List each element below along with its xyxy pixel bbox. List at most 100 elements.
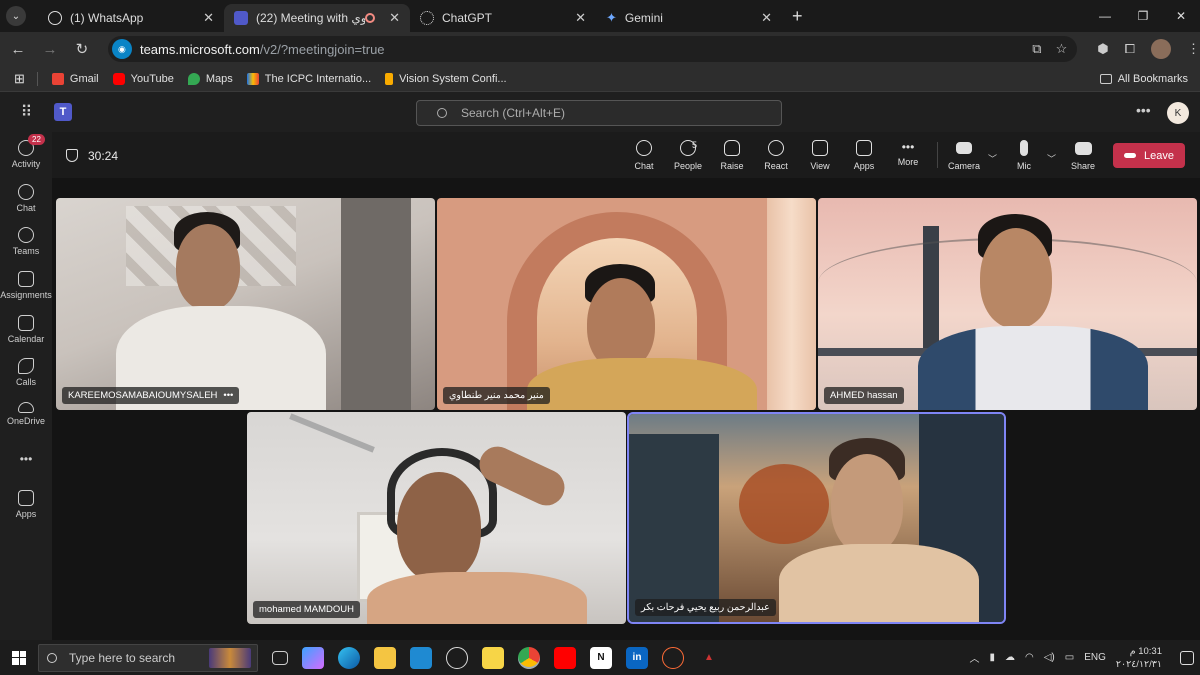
share-button[interactable]: Share xyxy=(1061,140,1105,171)
autumn-trees xyxy=(739,464,829,544)
postman-icon[interactable] xyxy=(662,646,684,669)
video-tile[interactable]: mohamed MAMDOUH xyxy=(247,412,626,624)
wifi-icon[interactable]: ◠ xyxy=(1025,652,1034,663)
bookmark-gmail[interactable]: Gmail xyxy=(51,72,99,85)
rail-item-assignments[interactable]: Assignments xyxy=(0,271,52,300)
all-bookmarks[interactable]: All Bookmarks xyxy=(1099,73,1188,85)
chrome-icon[interactable] xyxy=(518,646,540,669)
language-indicator[interactable]: ENG xyxy=(1084,652,1106,663)
mic-options-chevron-icon[interactable]: ﹀ xyxy=(1047,152,1056,165)
participant-more-icon[interactable]: ••• xyxy=(223,390,233,401)
chrome-menu-icon[interactable]: ⋮ xyxy=(1187,41,1200,57)
rail-item-teams[interactable]: Teams xyxy=(0,227,52,256)
battery-icon[interactable]: ▭ xyxy=(1065,652,1074,663)
video-tile[interactable]: AHMED hassan xyxy=(818,198,1197,410)
search-input[interactable]: Search (Ctrl+Alt+E) xyxy=(416,100,782,126)
apps-grid-icon[interactable]: ⊞ xyxy=(14,71,25,87)
more-options-icon[interactable]: ••• xyxy=(1136,102,1151,118)
tab-chatgpt[interactable]: ChatGPT ✕ xyxy=(410,4,596,32)
puzzle-icon[interactable]: ⧠ xyxy=(1125,41,1135,57)
file-explorer-icon[interactable] xyxy=(374,646,396,669)
app-launcher-icon[interactable]: ⠿ xyxy=(0,102,52,122)
tray-chevron-icon[interactable]: ︿ xyxy=(969,650,979,665)
rail-item-calls[interactable]: Calls xyxy=(0,358,52,387)
forward-icon[interactable]: → xyxy=(36,41,64,58)
mic-button[interactable]: Mic xyxy=(1002,140,1046,171)
profile-avatar[interactable] xyxy=(1151,39,1172,59)
close-icon[interactable]: ✕ xyxy=(761,10,772,26)
tab-teams-meeting[interactable]: (22) Meeting with طنطاوي ✕ xyxy=(224,4,410,32)
site-info-icon[interactable]: ◉ xyxy=(111,39,132,59)
back-icon[interactable]: ← xyxy=(4,41,32,58)
extension-icon[interactable]: ⬢ xyxy=(1097,41,1108,57)
bookmark-label: Gmail xyxy=(69,72,99,85)
tab-whatsapp[interactable]: (1) WhatsApp ✕ xyxy=(38,4,224,32)
video-tile[interactable]: KAREEMOSAMABAIOUMYSALEH ••• xyxy=(56,198,435,410)
close-icon[interactable]: ✕ xyxy=(575,10,586,26)
camera-button[interactable]: Camera xyxy=(942,140,986,171)
game-icon[interactable]: ▲ xyxy=(698,647,720,669)
taskbar-search-input[interactable]: Type here to search xyxy=(38,643,258,672)
rail-item-chat[interactable]: Chat xyxy=(0,184,52,213)
bookmark-star-icon[interactable]: ☆ xyxy=(1056,41,1068,57)
edge-icon[interactable] xyxy=(338,646,360,669)
chat-button[interactable]: Chat xyxy=(622,140,666,171)
video-tile[interactable]: منير محمد منير طنطاوي xyxy=(437,198,816,410)
tab-gemini[interactable]: ✦ Gemini ✕ xyxy=(596,4,782,32)
microphone-tray-icon[interactable]: ▮ xyxy=(989,652,995,663)
close-window-icon[interactable]: ✕ xyxy=(1162,0,1200,32)
copilot-icon[interactable] xyxy=(302,646,324,669)
vscode-icon[interactable] xyxy=(410,646,432,669)
cloud-tray-icon[interactable]: ☁ xyxy=(1005,652,1015,663)
clock[interactable]: 10:31 م ٢٠٢٤/١٢/٣١ xyxy=(1116,645,1162,671)
leave-button[interactable]: Leave xyxy=(1113,143,1185,168)
notification-icon[interactable] xyxy=(1180,650,1194,665)
youtube-icon[interactable] xyxy=(554,646,576,669)
bookmark-maps[interactable]: Maps xyxy=(187,72,233,85)
participant-face xyxy=(587,278,655,370)
tab-title: (1) WhatsApp xyxy=(70,11,144,25)
github-desktop-icon[interactable] xyxy=(446,646,468,669)
windows-taskbar: Type here to search N in ▲ ︿ ▮ ☁ ◠ ◁) ▭ … xyxy=(0,640,1200,675)
install-app-icon[interactable]: ⧉ xyxy=(1032,41,1041,57)
more-icon: ••• xyxy=(901,140,915,154)
rail-item-apps[interactable]: Apps xyxy=(0,490,52,519)
bookmark-icpc[interactable]: The ICPC Internatio... xyxy=(246,72,371,85)
bookmark-vision[interactable]: Vision System Confi... xyxy=(385,72,507,85)
tab-title: (22) Meeting with طنطاوي xyxy=(256,11,366,25)
address-bar[interactable]: ◉ teams.microsoft.com /v2/?meetingjoin=t… xyxy=(107,36,1078,62)
rail-item-activity[interactable]: 22 Activity xyxy=(0,134,52,169)
maps-icon xyxy=(187,72,200,85)
close-icon[interactable]: ✕ xyxy=(389,10,400,26)
more-button[interactable]: ••• More xyxy=(886,140,930,167)
bookmark-youtube[interactable]: YouTube xyxy=(112,72,174,85)
rail-label: Teams xyxy=(12,246,40,256)
apps-button[interactable]: Apps xyxy=(842,140,886,171)
minimize-icon[interactable]: — xyxy=(1086,0,1124,32)
close-icon[interactable]: ✕ xyxy=(203,10,214,26)
restore-icon[interactable]: ❐ xyxy=(1124,0,1162,32)
rail-item-onedrive[interactable]: OneDrive xyxy=(0,402,52,426)
raise-hand-button[interactable]: Raise xyxy=(710,140,754,171)
sticky-notes-icon[interactable] xyxy=(482,646,504,669)
camera-options-chevron-icon[interactable]: ﹀ xyxy=(988,152,997,165)
view-button[interactable]: View xyxy=(798,140,842,171)
more-apps-icon[interactable]: ••• xyxy=(0,452,52,466)
rail-label: OneDrive xyxy=(6,416,45,426)
gmail-icon xyxy=(51,72,64,85)
task-view-icon[interactable] xyxy=(272,650,288,665)
door xyxy=(341,198,411,410)
windows-start-icon[interactable] xyxy=(12,650,26,665)
linkedin-icon[interactable]: in xyxy=(626,646,648,669)
leave-label: Leave xyxy=(1144,149,1174,162)
reload-icon[interactable]: ↻ xyxy=(68,40,96,58)
react-button[interactable]: React xyxy=(754,140,798,171)
user-avatar[interactable]: K xyxy=(1167,102,1189,124)
volume-icon[interactable]: ◁) xyxy=(1044,652,1055,663)
video-tile-active-speaker[interactable]: عبدالرحمن ربيع يحيي فرحات بكر xyxy=(627,412,1006,624)
people-button[interactable]: 5 People xyxy=(666,140,710,171)
rail-item-calendar[interactable]: Calendar xyxy=(0,315,52,344)
tab-search-button[interactable]: ⌄ xyxy=(6,6,26,26)
notion-icon[interactable]: N xyxy=(590,646,612,669)
new-tab-button[interactable]: + xyxy=(792,6,803,27)
